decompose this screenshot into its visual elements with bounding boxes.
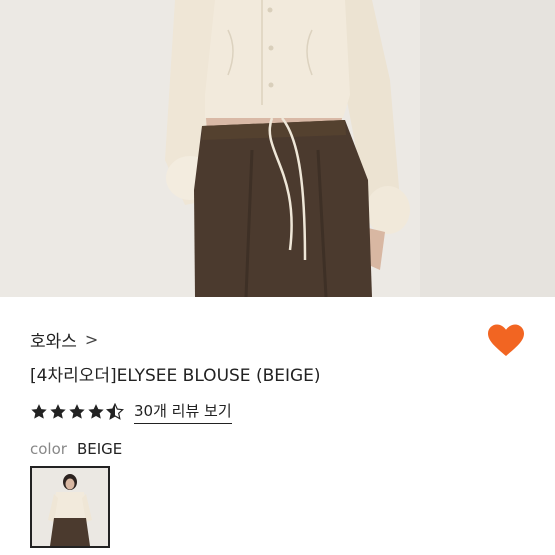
star-icon	[69, 404, 85, 419]
star-icon	[88, 404, 104, 419]
chevron-right-icon: >	[84, 330, 99, 349]
product-title: [4차리오더]ELYSEE BLOUSE (BEIGE)	[30, 366, 321, 386]
color-value: BEIGE	[76, 440, 123, 458]
thumbnail-photo	[32, 468, 108, 546]
heart-icon[interactable]	[488, 324, 524, 358]
color-row: color BEIGE	[30, 440, 122, 458]
color-label: color	[30, 440, 67, 458]
half-star-icon	[106, 403, 124, 420]
star-rating	[30, 403, 124, 421]
view-reviews-link[interactable]: 30개 리뷰 보기	[134, 400, 232, 424]
brand-name[interactable]: 호와스	[30, 327, 77, 352]
brand-link[interactable]: 호와스 >	[30, 327, 98, 352]
color-option-thumbnail[interactable]	[30, 466, 110, 548]
star-icon	[50, 404, 66, 419]
star-icon	[31, 404, 47, 419]
model-photo	[0, 0, 555, 297]
product-hero-image	[0, 0, 555, 297]
rating-row: 30개 리뷰 보기	[30, 400, 232, 424]
